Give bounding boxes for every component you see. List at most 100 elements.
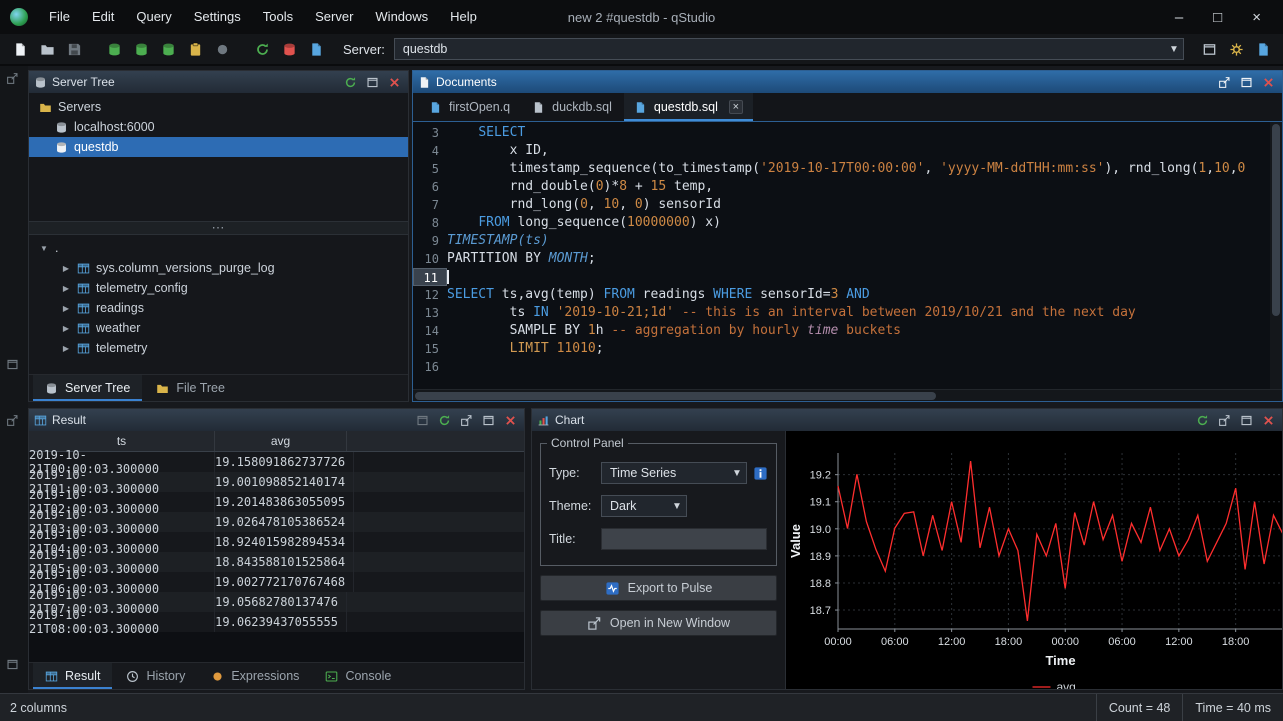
close-panel-button[interactable] (1260, 412, 1277, 429)
tab-console[interactable]: Console (313, 663, 403, 689)
cell-avg: 19.002772170767468 (215, 572, 354, 592)
close-tab-icon[interactable]: × (729, 100, 743, 114)
popout-panel-button[interactable] (1216, 412, 1233, 429)
menu-server[interactable]: Server (304, 0, 364, 34)
minimize-icon[interactable]: – (1175, 9, 1183, 26)
menu-edit[interactable]: Edit (81, 0, 125, 34)
token: MONTH (549, 251, 588, 266)
paste-button[interactable] (183, 37, 207, 61)
tab-file-tree[interactable]: File Tree (144, 375, 237, 401)
table-icon (77, 302, 90, 315)
maximize-panel-button[interactable] (480, 412, 497, 429)
documents-panel: Documents firstOpen.qduckdb.sqlquestdb.s… (412, 70, 1283, 402)
float-panel-button[interactable] (414, 412, 431, 429)
dock-handle-icon[interactable] (6, 414, 19, 427)
open-in-new-window-button[interactable]: Open in New Window (540, 610, 777, 636)
menu-file[interactable]: File (38, 0, 81, 34)
scrollbar-thumb[interactable] (415, 392, 936, 400)
tree-item-table-readings[interactable]: ▶readings (29, 298, 408, 318)
dock-handle-icon[interactable] (6, 658, 19, 671)
refresh-button[interactable] (436, 412, 453, 429)
preferences-button[interactable] (1224, 37, 1248, 61)
dock-handle-icon[interactable] (6, 358, 19, 371)
tab-server-tree[interactable]: Server Tree (33, 375, 142, 401)
maximize-panel-button[interactable] (364, 74, 381, 91)
dock-handle-icon[interactable] (6, 72, 19, 85)
record-button[interactable] (210, 37, 234, 61)
help-docs-button[interactable] (1251, 37, 1275, 61)
server-select[interactable]: questdb ▼ (394, 38, 1184, 60)
token: , (1206, 161, 1214, 176)
tree-item-table-weather[interactable]: ▶weather (29, 318, 408, 338)
edit-query-button[interactable] (304, 37, 328, 61)
info-icon[interactable] (753, 466, 768, 481)
column-header-avg[interactable]: avg (215, 431, 347, 451)
menu-help[interactable]: Help (439, 0, 488, 34)
svg-text:00:00: 00:00 (824, 636, 852, 648)
tab-result[interactable]: Result (33, 663, 112, 689)
refresh-button[interactable] (342, 74, 359, 91)
server-settings-button[interactable] (277, 37, 301, 61)
menu-tools[interactable]: Tools (252, 0, 304, 34)
scrollbar-thumb[interactable] (1272, 124, 1280, 316)
clone-server-button[interactable] (129, 37, 153, 61)
popout-panel-button[interactable] (458, 412, 475, 429)
refresh-server-button[interactable] (250, 37, 274, 61)
maximize-icon[interactable]: □ (1213, 9, 1222, 26)
code-line: timestamp_sequence(to_timestamp('2019-10… (447, 160, 1270, 178)
close-icon[interactable]: × (1252, 9, 1261, 26)
token: , (1230, 161, 1238, 176)
table-row[interactable]: 2019-10-21T08:00:03.30000019.06239437055… (29, 612, 524, 632)
menu-query[interactable]: Query (125, 0, 182, 34)
tab-firstopen-q[interactable]: firstOpen.q (419, 93, 520, 121)
menu-windows[interactable]: Windows (364, 0, 439, 34)
add-server-button[interactable] (102, 37, 126, 61)
svg-text:avg: avg (1057, 680, 1076, 689)
tree-item-table-telemetry[interactable]: ▶telemetry (29, 338, 408, 358)
tree-item-servers-root[interactable]: Servers (29, 97, 408, 117)
server-tree-tabs: Server TreeFile Tree (29, 374, 408, 401)
code-line: SELECT ts,avg(temp) FROM readings WHERE … (447, 286, 1270, 304)
export-to-pulse-button[interactable]: Export to Pulse (540, 575, 777, 601)
server-select-value: questdb (395, 42, 1165, 56)
chart-theme-select[interactable]: Dark ▼ (601, 495, 687, 517)
sql-editor[interactable]: 3 SELECT4 x ID,5 timestamp_sequence(to_t… (413, 122, 1270, 389)
open-file-button[interactable] (35, 37, 59, 61)
menu-settings[interactable]: Settings (183, 0, 252, 34)
close-panel-button[interactable] (502, 412, 519, 429)
tab-duckdb-sql[interactable]: duckdb.sql (522, 93, 622, 121)
chart-icon (537, 414, 550, 427)
tree-item-table-telemetry-config[interactable]: ▶telemetry_config (29, 278, 408, 298)
menubar: FileEditQuerySettingsToolsServerWindowsH… (38, 0, 488, 34)
tab-expressions[interactable]: Expressions (199, 663, 311, 689)
tree-item-server-questdb[interactable]: questdb (29, 137, 408, 157)
statusbar: 2 columns Count = 48 Time = 40 ms (0, 693, 1283, 721)
close-panel-button[interactable] (1260, 74, 1277, 91)
window-title: new 2 #questdb - qStudio (568, 10, 715, 25)
window-layout-button[interactable] (1197, 37, 1221, 61)
clock-icon (126, 670, 139, 683)
tree-item-server-localhost-6000[interactable]: localhost:6000 (29, 117, 408, 137)
tab-questdb-sql[interactable]: questdb.sql× (624, 93, 753, 121)
editor-hscrollbar[interactable] (413, 389, 1282, 401)
tree-item-db-root[interactable]: ▼. (29, 238, 408, 258)
close-panel-button[interactable] (386, 74, 403, 91)
popout-panel-button[interactable] (1216, 74, 1233, 91)
save-button[interactable] (62, 37, 86, 61)
add-server-icon (107, 42, 122, 57)
maximize-panel-button[interactable] (1238, 74, 1255, 91)
refresh-button[interactable] (1194, 412, 1211, 429)
edit-server-button[interactable] (156, 37, 180, 61)
control-panel-group: Control Panel Type: Time Series ▼ Theme:… (540, 443, 777, 566)
new-file-button[interactable] (8, 37, 32, 61)
record-icon (215, 42, 230, 57)
tab-history[interactable]: History (114, 663, 197, 689)
chart-title-input[interactable] (601, 528, 767, 550)
maximize-panel-button[interactable] (1238, 412, 1255, 429)
chart-type-select[interactable]: Time Series ▼ (601, 462, 747, 484)
editor-vscrollbar[interactable] (1270, 122, 1282, 389)
tree-splitter[interactable]: ⋯ (29, 221, 408, 235)
tree-item-table-sys-column-versions-purge-log[interactable]: ▶sys.column_versions_purge_log (29, 258, 408, 278)
open-file-icon (40, 42, 55, 57)
token: 10 (604, 197, 620, 212)
